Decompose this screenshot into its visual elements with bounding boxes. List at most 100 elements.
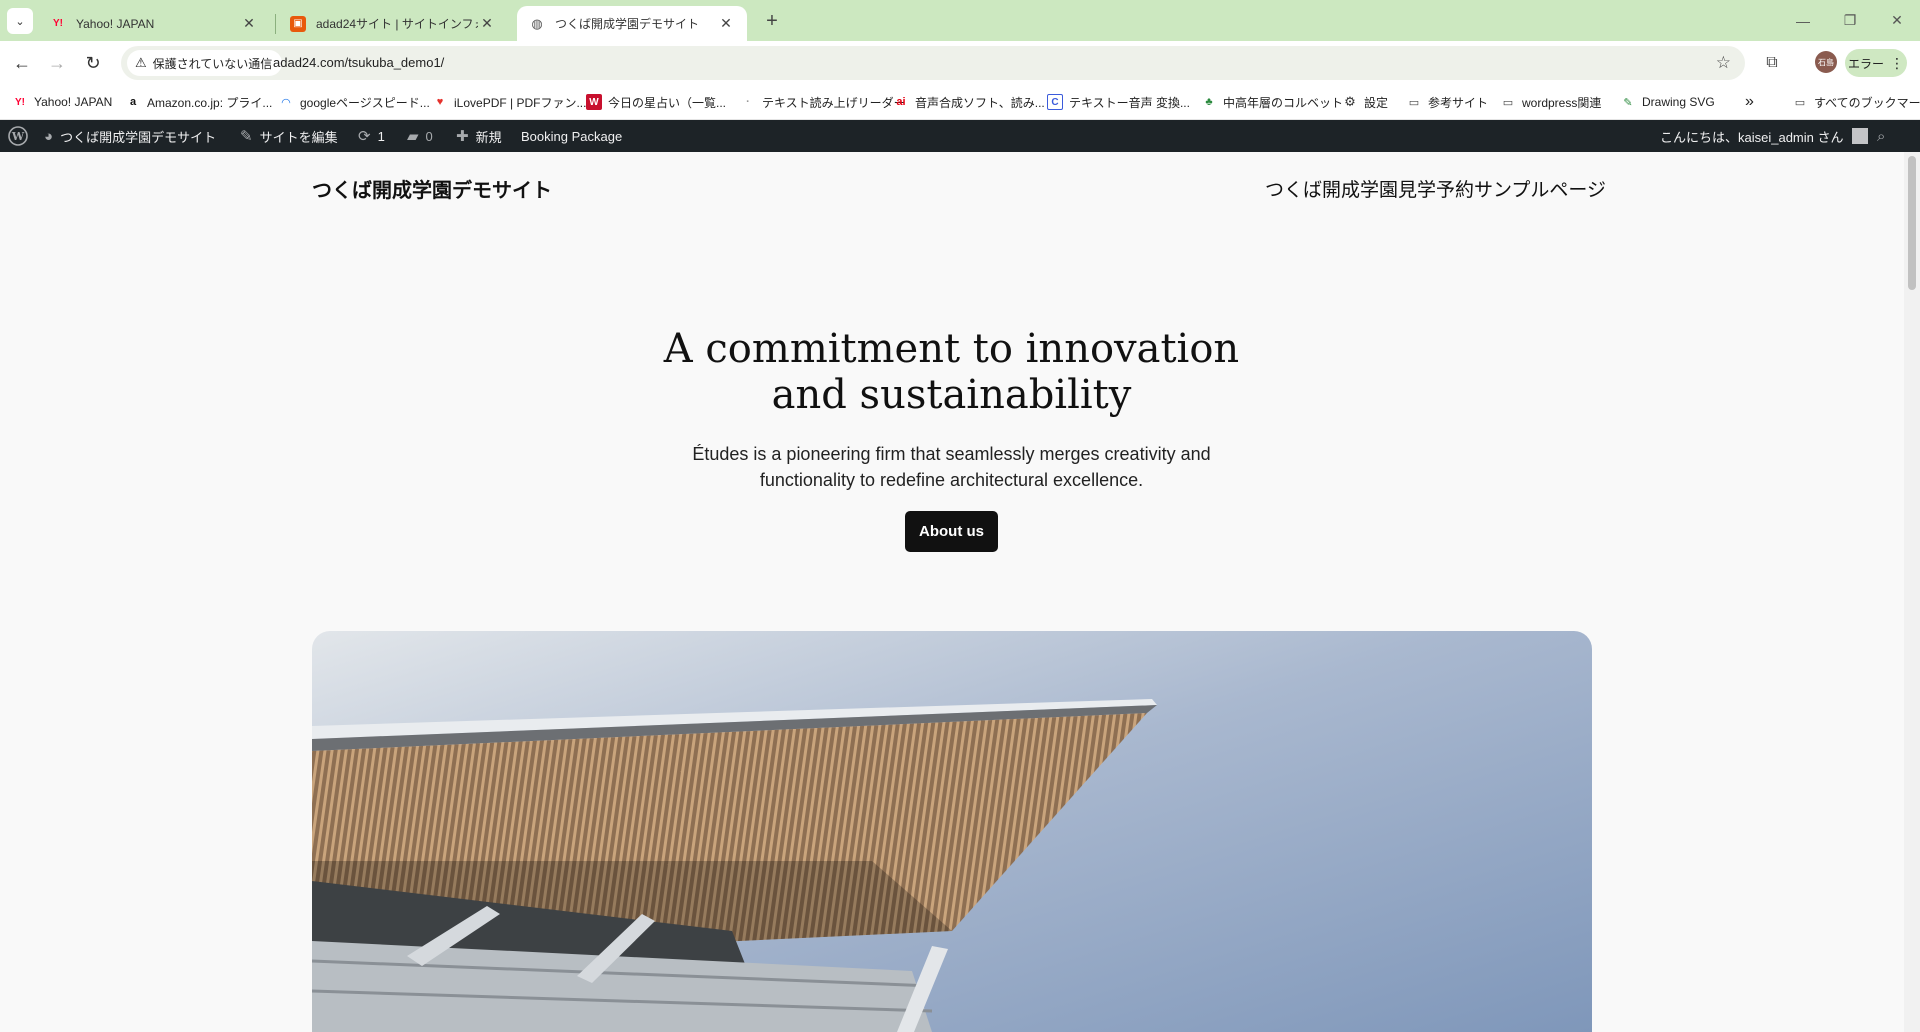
hero-heading-line: A commitment to innovation (663, 326, 1240, 372)
close-icon[interactable]: ✕ (478, 15, 496, 33)
building-photo (312, 631, 1592, 1032)
comments-button[interactable]: ▰ 0 (407, 120, 433, 152)
reload-button[interactable]: ↻ (79, 49, 107, 77)
bookmark-label: テキスト読み上げリーダー (762, 95, 906, 110)
edit-site-button[interactable]: ✎ サイトを編集 (240, 120, 338, 152)
forward-button[interactable]: → (43, 49, 71, 77)
wp-logo-button[interactable]: W (8, 120, 28, 152)
kebab-menu-icon: ⋮ (1890, 54, 1904, 71)
back-button[interactable]: ← (8, 49, 36, 77)
bookmark-label: googleページスピード... (300, 95, 430, 110)
nav-link-sample-page[interactable]: サンプルページ (1474, 175, 1606, 202)
close-icon: ✕ (1891, 12, 1903, 28)
plus-icon: + (766, 9, 778, 32)
bookmark-item[interactable]: ✎ Drawing SVG (1620, 92, 1715, 112)
bookmark-label: Yahoo! JAPAN (34, 95, 113, 109)
address-bar[interactable]: ⚠ 保護されていない通信 adad24.com/tsukuba_demo1/ ☆ (121, 46, 1745, 80)
comments-count: 0 (425, 128, 433, 144)
new-tab-button[interactable]: + (758, 9, 786, 33)
bookmark-item[interactable]: ♣ 中高年層のコルベット (1201, 92, 1343, 112)
security-label: 保護されていない通信 (152, 56, 273, 71)
hero-building-image (312, 631, 1592, 1032)
error-button[interactable]: エラー ⋮ (1845, 49, 1907, 77)
bookmark-item[interactable]: ◠ googleページスピード... (278, 92, 430, 112)
booking-package-menu[interactable]: Booking Package (521, 120, 622, 152)
error-label: エラー (1847, 56, 1884, 71)
warning-icon: ⚠ (135, 55, 147, 70)
close-window-button[interactable]: ✕ (1874, 0, 1920, 41)
minimize-button[interactable]: — (1780, 0, 1826, 41)
text-to-speech-icon: C (1047, 94, 1063, 110)
bookmark-folder[interactable]: ▭ 参考サイト (1406, 92, 1488, 112)
nav-link-tour-booking[interactable]: つくば開成学園見学予約 (1265, 175, 1474, 202)
bookmark-label: Drawing SVG (1642, 95, 1715, 109)
bookmarks-bar: Y! Yahoo! JAPAN a Amazon.co.jp: プライ... ◠ go… (0, 84, 1920, 120)
about-us-button[interactable]: About us (905, 511, 998, 552)
extensions-icon[interactable]: ⧉ (1760, 51, 1784, 75)
adad24-favicon-icon: ▣ (290, 15, 306, 32)
bookmark-item[interactable]: · テキスト読み上げリーダー (740, 92, 906, 112)
reload-icon: ↻ (85, 52, 101, 73)
account-menu[interactable]: こんにちは、kaisei_admin さん (1660, 120, 1868, 152)
hero-heading: A commitment to innovation and sustainab… (500, 326, 1403, 418)
bookmark-label: テキストー音声 変換... (1069, 95, 1190, 110)
tab-tsukuba-demo[interactable]: ◍ つくば開成学園デモサイト ✕ (517, 6, 747, 41)
pagespeed-icon: ◠ (281, 96, 291, 109)
all-bookmarks-folder[interactable]: ▭ すべてのブックマーク (1792, 92, 1920, 112)
tab-title: Yahoo! JAPAN (76, 16, 155, 31)
tab-search-button[interactable]: ⌄ (7, 8, 33, 34)
tab-yahoo[interactable]: Y! Yahoo! JAPAN ✕ (38, 6, 270, 41)
bookmark-item[interactable]: W 今日の星占い（一覧... (586, 92, 726, 112)
scrollbar-thumb[interactable] (1908, 156, 1916, 290)
tab-title: つくば開成学園デモサイト (555, 17, 700, 31)
yahoo-icon: Y! (15, 96, 25, 108)
close-icon[interactable]: ✕ (240, 15, 258, 33)
bookmarks-overflow-button[interactable]: » (1745, 92, 1754, 112)
tab-divider (275, 14, 276, 34)
bookmark-item[interactable]: Y! Yahoo! JAPAN (12, 92, 112, 112)
bookmark-label: 中高年層のコルベット (1223, 95, 1344, 110)
updates-count: 1 (377, 128, 385, 144)
bookmark-label: Amazon.co.jp: プライ... (147, 95, 273, 110)
bookmark-label: すべてのブックマーク (1814, 95, 1920, 110)
admin-site-name[interactable]: ◕ つくば開成学園デモサイト (44, 120, 216, 152)
restore-icon: ❐ (1843, 12, 1857, 28)
arrow-right-icon: → (48, 52, 66, 73)
page-scrollbar[interactable] (1904, 152, 1920, 1032)
hero-subtitle-line: functionality to redefine architectural … (759, 470, 1144, 490)
updates-button[interactable]: ⟳ 1 (358, 120, 385, 152)
folder-icon: ▭ (1794, 96, 1806, 109)
search-icon: ⌕ (1877, 127, 1886, 145)
new-label: 新規 (475, 129, 502, 145)
site-title[interactable]: つくば開成学園デモサイト (312, 174, 552, 203)
updates-icon: ⟳ (358, 128, 371, 145)
brush-icon: ✎ (240, 128, 253, 145)
bookmark-label: 音声合成ソフト、読み... (915, 95, 1045, 110)
greeting-label: こんにちは、kaisei_admin さん (1660, 129, 1844, 145)
gear-icon: ⚙ (1344, 94, 1356, 109)
tab-title: adad24サイト | サイトインフォメーション (316, 17, 478, 31)
bookmark-item[interactable]: a Amazon.co.jp: プライ... (125, 92, 272, 112)
profile-avatar[interactable]: 石島 (1815, 51, 1837, 73)
yahoo-favicon-icon: Y! (53, 18, 63, 29)
comment-icon: ▰ (407, 128, 419, 145)
bookmark-item[interactable]: ai 音声合成ソフト、読み... (893, 92, 1045, 112)
drawing-svg-icon: ✎ (1623, 96, 1633, 109)
new-content-button[interactable]: ✚ 新規 (456, 120, 502, 152)
tab-adad24[interactable]: ▣ adad24サイト | サイトインフォメーション ✕ (278, 6, 508, 41)
bookmark-item[interactable]: ♥ iLovePDF | PDFファン... (432, 92, 587, 112)
bookmark-label: wordpress関連 (1522, 95, 1602, 110)
url-text[interactable]: adad24.com/tsukuba_demo1/ (273, 55, 444, 70)
admin-search-button[interactable]: ⌕ (1877, 120, 1885, 152)
bookmark-star-icon[interactable]: ☆ (1716, 53, 1731, 73)
wordpress-logo-icon: W (8, 126, 28, 146)
close-icon[interactable]: ✕ (717, 15, 735, 33)
bookmark-folder[interactable]: ▭ wordpress関連 (1500, 92, 1602, 112)
booking-package-label: Booking Package (521, 128, 623, 144)
bookmark-item[interactable]: ⚙ 設定 (1342, 92, 1388, 112)
bookmark-item[interactable]: C テキストー音声 変換... (1047, 92, 1190, 112)
security-chip[interactable]: ⚠ 保護されていない通信 (127, 50, 283, 76)
globe-favicon-icon: ◍ (531, 15, 543, 31)
minimize-icon: — (1796, 12, 1810, 29)
restore-button[interactable]: ❐ (1827, 0, 1873, 41)
